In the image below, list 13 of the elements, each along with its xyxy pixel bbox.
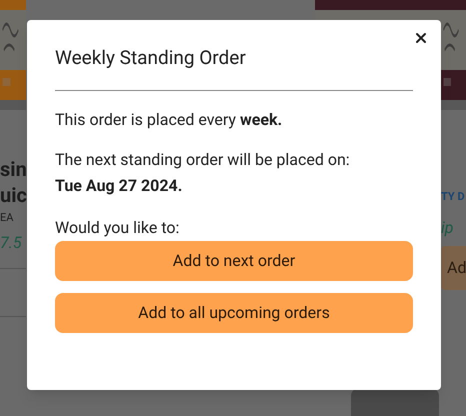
- add-order-button[interactable]: Add to all upcoming orders: [55, 293, 413, 333]
- prompt-text: Would you like to:: [55, 217, 180, 239]
- unit-label: EA: [0, 210, 14, 226]
- badge-label: TY D: [441, 190, 466, 204]
- price: ip: [441, 218, 454, 238]
- price: 7.5: [0, 232, 23, 254]
- add-order-button[interactable]: Add to next order: [55, 241, 413, 281]
- frequency-text: This order is placed every week.: [55, 109, 284, 131]
- product-name: uic: [0, 182, 26, 208]
- cart-button[interactable]: [351, 388, 439, 416]
- next-order-text: The next standing order will be placed on: Tue Aug 27 2024.: [55, 149, 351, 197]
- product-name: sin: [0, 156, 26, 182]
- dialog-title: Weekly Standing Order: [55, 46, 247, 70]
